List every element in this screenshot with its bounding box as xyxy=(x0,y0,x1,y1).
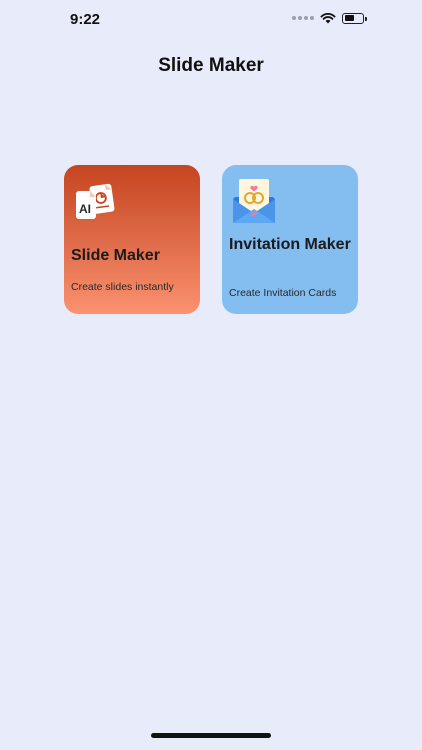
status-time: 9:22 xyxy=(70,11,101,28)
wifi-icon xyxy=(320,13,336,24)
cellular-signal-icon xyxy=(292,16,314,20)
status-icons xyxy=(292,12,367,24)
battery-icon xyxy=(342,12,367,24)
slide-maker-title: Slide Maker xyxy=(71,247,160,264)
ai-document-icon: AI xyxy=(76,183,115,219)
invitation-maker-title: Invitation Maker xyxy=(229,236,351,253)
slide-maker-subtitle: Create slides instantly xyxy=(71,281,174,293)
status-bar: 9:22 xyxy=(0,0,422,40)
slide-maker-card[interactable]: AI Slide Maker Create slides instantly xyxy=(64,165,200,314)
invitation-maker-card[interactable]: Invitation Maker Create Invitation Cards xyxy=(222,165,358,314)
home-indicator[interactable] xyxy=(151,733,271,738)
invitation-envelope-icon xyxy=(233,179,275,223)
page-title: Slide Maker xyxy=(158,55,264,76)
ai-label: AI xyxy=(79,202,91,216)
invitation-maker-subtitle: Create Invitation Cards xyxy=(229,287,337,299)
